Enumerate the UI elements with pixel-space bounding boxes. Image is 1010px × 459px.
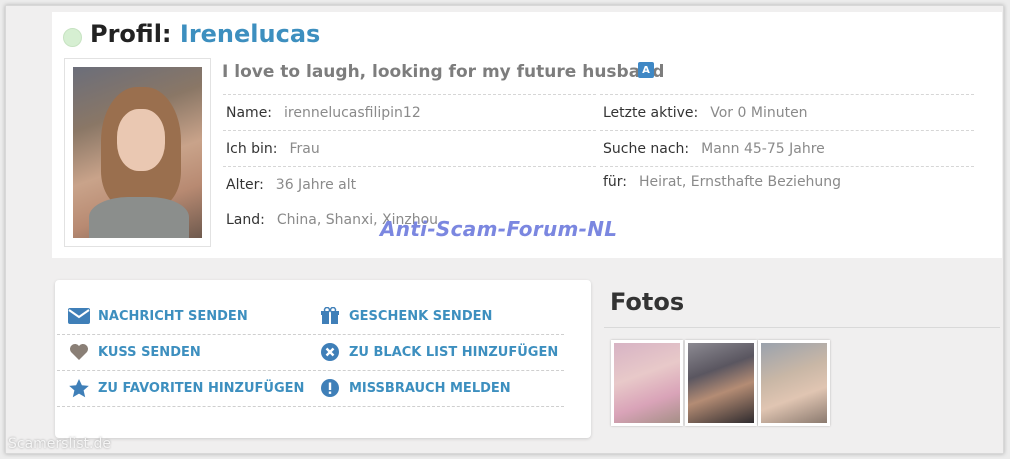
send-message-label: NACHRICHT SENDEN	[98, 308, 248, 324]
info-value: Vor 0 Minuten	[710, 105, 808, 121]
info-value: Heirat, Ernsthafte Beziehung	[639, 174, 842, 190]
heart-icon	[68, 341, 90, 363]
info-value: 36 Jahre alt	[275, 177, 357, 193]
info-label: Name:	[226, 105, 273, 121]
info-row-last-active: Letzte aktive: Vor 0 Minuten	[600, 94, 974, 131]
info-label: Ich bin:	[226, 141, 278, 157]
add-favorites-button[interactable]: ZU FAVORITEN HINZUFÜGEN	[57, 370, 311, 407]
info-row-gender: Ich bin: Frau	[223, 130, 596, 167]
info-row-looking-for: Suche nach: Mann 45-75 Jahre	[600, 130, 974, 167]
info-label: für:	[603, 174, 628, 190]
site-watermark: Scamerslist.de	[8, 436, 111, 452]
envelope-icon	[68, 305, 90, 327]
info-row-age: Alter: 36 Jahre alt	[223, 166, 596, 203]
exclamation-icon	[319, 377, 341, 399]
page-title: Profil: Irenelucas	[90, 20, 320, 48]
online-status-icon	[63, 28, 82, 47]
fotos-divider	[604, 327, 1000, 328]
info-value: Frau	[289, 141, 320, 157]
info-label: Letzte aktive:	[603, 105, 699, 121]
forum-watermark: Anti-Scam-Forum-NL	[380, 217, 618, 241]
info-label: Alter:	[226, 177, 264, 193]
translate-icon[interactable]: A	[638, 62, 654, 78]
info-label: Suche nach:	[603, 141, 690, 157]
send-kiss-label: KUSS SENDEN	[98, 344, 201, 360]
photo-thumbnail[interactable]	[685, 340, 757, 426]
fotos-heading: Fotos	[610, 288, 685, 316]
send-gift-label: GESCHENK SENDEN	[349, 308, 493, 324]
photo-thumbnail[interactable]	[611, 340, 683, 426]
title-prefix: Profil:	[90, 20, 172, 48]
photo-thumbnail[interactable]	[758, 340, 830, 426]
profile-photo-image	[73, 67, 202, 238]
info-value: Mann 45-75 Jahre	[701, 141, 825, 157]
profile-username: Irenelucas	[179, 20, 321, 48]
send-message-button[interactable]: NACHRICHT SENDEN	[57, 298, 311, 335]
info-row-name: Name: irennelucasfilipin12	[223, 94, 596, 131]
profile-photo[interactable]	[64, 58, 211, 247]
star-icon	[68, 377, 90, 399]
info-label: Land:	[226, 212, 265, 228]
add-favorites-label: ZU FAVORITEN HINZUFÜGEN	[98, 380, 305, 396]
add-blacklist-label: ZU BLACK LIST HINZUFÜGEN	[349, 344, 559, 360]
add-blacklist-button[interactable]: ZU BLACK LIST HINZUFÜGEN	[308, 334, 564, 371]
send-kiss-button[interactable]: KUSS SENDEN	[57, 334, 311, 371]
info-row-purpose: für: Heirat, Ernsthafte Beziehung	[600, 166, 974, 197]
block-x-icon	[319, 341, 341, 363]
send-gift-button[interactable]: GESCHENK SENDEN	[308, 298, 564, 335]
gift-icon	[319, 305, 341, 327]
info-value: irennelucasfilipin12	[284, 105, 421, 121]
report-abuse-button[interactable]: MISSBRAUCH MELDEN	[308, 370, 564, 407]
profile-tagline: I love to laugh, looking for my future h…	[222, 62, 665, 82]
report-abuse-label: MISSBRAUCH MELDEN	[349, 380, 511, 396]
